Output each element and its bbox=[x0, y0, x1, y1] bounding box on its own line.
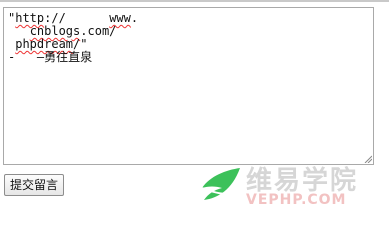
top-divider bbox=[0, 0, 389, 2]
text-www: www bbox=[109, 11, 131, 25]
text-dot: . bbox=[130, 11, 139, 25]
message-form-page: "http:// www. cnblogs.com/ phpdream/" - … bbox=[0, 0, 389, 214]
text-cnblogs: cnblogs bbox=[29, 24, 81, 38]
watermark-url: VEPHP.COM bbox=[246, 192, 347, 208]
text-com: .com/ bbox=[80, 24, 117, 38]
text-http: http bbox=[15, 11, 45, 25]
text-phpdream: phpdream bbox=[15, 37, 74, 51]
text-indent-2 bbox=[8, 24, 30, 38]
text-signature: - —勇往直泉 bbox=[8, 50, 93, 64]
text-gap bbox=[66, 11, 109, 25]
text-slash-quote: /" bbox=[73, 37, 88, 51]
leaf-logo-icon bbox=[201, 168, 240, 200]
message-textarea[interactable]: "http:// www. cnblogs.com/ phpdream/" - … bbox=[3, 7, 374, 165]
site-watermark: 维易学院 VEPHP.COM bbox=[196, 158, 386, 210]
submit-message-button[interactable]: 提交留言 bbox=[4, 174, 65, 196]
text-colon: :// bbox=[44, 11, 66, 25]
